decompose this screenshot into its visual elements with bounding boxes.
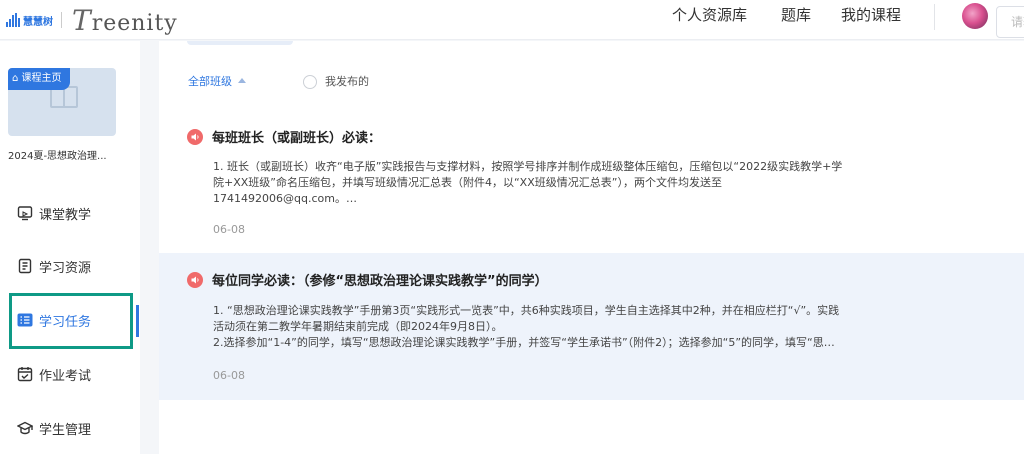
nav-personal-resources[interactable]: 个人资源库 bbox=[672, 0, 747, 32]
user-avatar[interactable] bbox=[962, 3, 988, 29]
notice-line: 2.选择参加“1-4”的同学，填写“思想政治理论课实践教学”手册，并签写“学生承… bbox=[213, 336, 835, 349]
notice-title: 每班班长（或副班长）必读： bbox=[212, 131, 382, 146]
radio-button[interactable] bbox=[303, 75, 317, 89]
sidebar-item-classroom[interactable]: 课堂教学 bbox=[17, 201, 91, 225]
sidebar-item-label: 课堂教学 bbox=[39, 207, 92, 223]
sidebar-item-homework[interactable]: 作业考试 bbox=[17, 362, 91, 386]
logo-cn-text: 慧慧树 bbox=[23, 16, 53, 28]
top-header: 慧慧树 Treenity 个人资源库 题库 我的课程 请输入 bbox=[0, 0, 1024, 40]
notice-body: 1. 班长（或副班长）收齐“电子版”实践报告与支撑材料，按照学号排序并制作成班级… bbox=[213, 159, 953, 207]
speaker-icon bbox=[187, 128, 203, 145]
caret-up-icon bbox=[238, 78, 246, 83]
nav-question-bank[interactable]: 题库 bbox=[781, 0, 811, 32]
filter-mine-label: 我发布的 bbox=[325, 75, 369, 88]
nav-divider bbox=[934, 4, 935, 30]
notice-line: 1. “思想政治理论课实践教学”手册第3页“实践形式一览表”中，共6种实践项目，… bbox=[213, 304, 840, 317]
filter-all-label: 全部班级 bbox=[188, 75, 232, 88]
notice-line: 活动须在第二教学年暑期结束前完成（即2024年9月8日）。 bbox=[213, 320, 503, 333]
sidebar: ⌂ 课程主页 2024夏-思想政治理... 课堂教学 学习资源 学习任务 作业考… bbox=[0, 41, 140, 454]
home-badge-label: 课程主页 bbox=[21, 73, 62, 84]
main-content: 全部班级 我发布的 每班班长（或副班长）必读： 1. 班长（或副班长）收齐“电子… bbox=[159, 41, 1024, 454]
document-icon bbox=[18, 258, 32, 274]
home-icon: ⌂ bbox=[12, 73, 19, 84]
search-input[interactable]: 请输入 bbox=[996, 6, 1024, 38]
notice-title: 每位同学必读：（参修“思想政治理论课实践教学”的同学） bbox=[212, 274, 548, 289]
notice-item[interactable]: 每班班长（或副班长）必读： 1. 班长（或副班长）收齐“电子版”实践报告与支撑材… bbox=[159, 117, 1024, 255]
active-indicator bbox=[136, 305, 139, 337]
sidebar-item-label: 作业考试 bbox=[39, 368, 92, 384]
sidebar-item-label: 学习资源 bbox=[39, 260, 92, 276]
calendar-icon bbox=[17, 367, 33, 382]
course-cover[interactable]: ⌂ 课程主页 bbox=[8, 68, 116, 136]
course-home-badge[interactable]: ⌂ 课程主页 bbox=[8, 68, 70, 90]
notice-line: 1. 班长（或副班长）收齐“电子版”实践报告与支撑材料，按照学号排序并制作成班级… bbox=[213, 160, 843, 173]
notice-date: 06-08 bbox=[213, 369, 245, 382]
nav-my-courses[interactable]: 我的课程 bbox=[841, 0, 901, 32]
tab-indicator bbox=[187, 41, 293, 45]
highlight-box bbox=[9, 293, 133, 349]
sidebar-item-label: 学生管理 bbox=[39, 422, 92, 438]
notice-line: 院+XX班级”命名压缩包，并填写班级情况汇总表（附件4，以“XX班级情况汇总表”… bbox=[213, 176, 722, 189]
logo-en-text: Treenity bbox=[72, 3, 178, 37]
filter-mine[interactable]: 我发布的 bbox=[303, 71, 369, 93]
notice-line: 1741492006@qq.com。… bbox=[213, 192, 357, 205]
speaker-icon bbox=[187, 271, 203, 288]
logo-bars-icon bbox=[6, 13, 20, 27]
logo-divider bbox=[61, 12, 62, 28]
course-name: 2024夏-思想政治理... bbox=[8, 151, 107, 162]
notice-item[interactable]: 每位同学必读：（参修“思想政治理论课实践教学”的同学） 1. “思想政治理论课实… bbox=[159, 253, 1024, 400]
app-logo[interactable]: 慧慧树 Treenity bbox=[6, 3, 178, 37]
notice-date: 06-08 bbox=[213, 223, 245, 236]
sidebar-item-resources[interactable]: 学习资源 bbox=[17, 254, 91, 278]
graduation-cap-icon bbox=[17, 421, 33, 435]
notice-body: 1. “思想政治理论课实践教学”手册第3页“实践形式一览表”中，共6种实践项目，… bbox=[213, 303, 953, 351]
sidebar-item-students[interactable]: 学生管理 bbox=[17, 416, 91, 440]
monitor-icon bbox=[17, 206, 33, 221]
filter-all-classes[interactable]: 全部班级 bbox=[188, 71, 246, 93]
